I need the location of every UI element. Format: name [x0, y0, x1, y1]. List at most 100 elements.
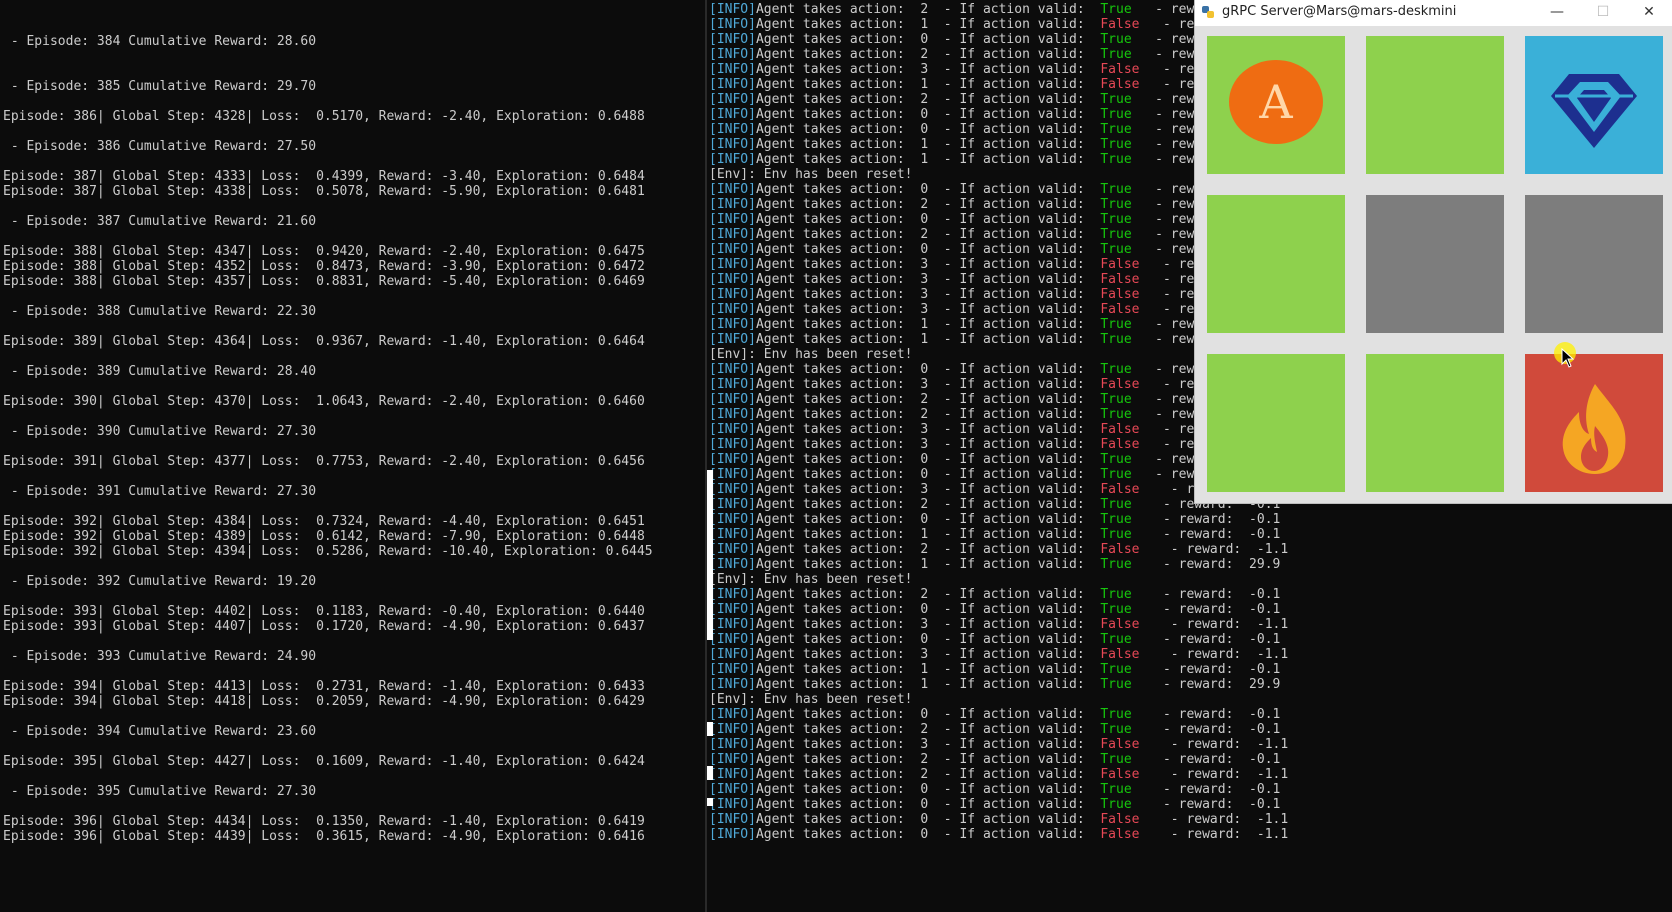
action-log-line: [INFO]Agent takes action: 1 - If action …	[709, 17, 1194, 33]
action-log-line: [INFO]Agent takes action: 0 - If action …	[709, 707, 1280, 723]
action-log-line: [INFO]Agent takes action: 1 - If action …	[709, 557, 1280, 573]
action-log-line: [INFO]Agent takes action: 2 - If action …	[709, 767, 1288, 783]
reward-text: - reward: -1.1	[1162, 767, 1289, 782]
info-tag: [INFO]	[709, 827, 756, 842]
action-log-line: [INFO]Agent takes action: 0 - If action …	[709, 797, 1280, 813]
reward-text: - rew	[1155, 92, 1195, 107]
valid-flag: True	[1100, 242, 1132, 257]
valid-flag: True	[1100, 317, 1132, 332]
info-tag: [INFO]	[709, 92, 756, 107]
reward-text: - rew	[1155, 197, 1195, 212]
valid-flag: True	[1100, 452, 1132, 467]
maximize-button[interactable]: ☐	[1580, 0, 1626, 26]
reward-text: - rew	[1155, 242, 1195, 257]
env-reset-text: [Env]: Env has been reset!	[709, 167, 913, 182]
reward-text: - reward: -0.1	[1155, 797, 1281, 812]
action-text: Agent takes action: 0 - If action valid:	[755, 212, 1101, 227]
valid-flag: True	[1100, 197, 1132, 212]
scroll-marker	[707, 798, 713, 806]
reward-text: - rew	[1155, 107, 1195, 122]
grid-cell-wall	[1366, 195, 1504, 333]
action-text: Agent takes action: 1 - If action valid:	[755, 137, 1101, 152]
action-log-line: [INFO]Agent takes action: 2 - If action …	[709, 752, 1280, 768]
valid-flag: True	[1100, 632, 1132, 647]
reward-text: - reward: 29.9	[1155, 557, 1281, 572]
action-log-line: [INFO]Agent takes action: 1 - If action …	[709, 662, 1280, 678]
scroll-marker	[707, 766, 713, 780]
action-log-line: [INFO]Agent takes action: 0 - If action …	[709, 812, 1288, 828]
reward-text: - rew	[1155, 137, 1195, 152]
valid-flag: False	[1100, 812, 1140, 827]
training-log-terminal[interactable]: - Episode: 384 Cumulative Reward: 28.60 …	[0, 0, 705, 912]
action-text: Agent takes action: 2 - If action valid:	[755, 542, 1101, 557]
action-log-line: [INFO]Agent takes action: 3 - If action …	[709, 377, 1194, 393]
action-log-line: [INFO]Agent takes action: 3 - If action …	[709, 737, 1288, 753]
info-tag: [INFO]	[709, 737, 756, 752]
action-text: Agent takes action: 3 - If action valid:	[755, 62, 1101, 77]
action-text: Agent takes action: 1 - If action valid:	[755, 17, 1101, 32]
window-titlebar[interactable]: gRPC Server@Mars@mars-deskmini — ☐ ✕	[1195, 0, 1672, 26]
python-app-icon	[1202, 6, 1214, 18]
grid-cell-empty	[1207, 195, 1345, 333]
valid-flag: False	[1100, 422, 1140, 437]
valid-flag: True	[1100, 677, 1132, 692]
grid-cell-fire	[1525, 354, 1663, 492]
action-log-line: [INFO]Agent takes action: 0 - If action …	[709, 827, 1288, 843]
action-log-line: [INFO]Agent takes action: 3 - If action …	[709, 647, 1288, 663]
log-line: Episode: 388| Global Step: 4347| Loss: 0…	[3, 244, 645, 259]
reward-text: - rew	[1155, 407, 1195, 422]
action-text: Agent takes action: 2 - If action valid:	[755, 587, 1101, 602]
action-text: Agent takes action: 2 - If action valid:	[755, 767, 1101, 782]
grid-cell-empty	[1366, 354, 1504, 492]
valid-flag: True	[1100, 707, 1132, 722]
info-tag: [INFO]	[709, 32, 756, 47]
reward-text: - rew	[1155, 2, 1195, 17]
reward-text: - re	[1162, 257, 1195, 272]
reward-text: - reward: -1.1	[1162, 827, 1289, 842]
reward-text: - re	[1162, 272, 1195, 287]
action-text: Agent takes action: 3 - If action valid:	[755, 257, 1101, 272]
valid-flag: True	[1100, 212, 1132, 227]
log-line: Episode: 394| Global Step: 4418| Loss: 0…	[3, 694, 645, 709]
action-text: Agent takes action: 0 - If action valid:	[755, 362, 1101, 377]
log-line: Episode: 390| Global Step: 4370| Loss: 1…	[3, 394, 645, 409]
valid-flag: True	[1100, 512, 1132, 527]
action-log-line: [INFO]Agent takes action: 1 - If action …	[709, 527, 1280, 543]
info-tag: [INFO]	[709, 797, 756, 812]
action-log-line: [INFO]Agent takes action: 2 - If action …	[709, 542, 1288, 558]
reward-text: - reward: -0.1	[1155, 527, 1281, 542]
grpc-server-window[interactable]: gRPC Server@Mars@mars-deskmini — ☐ ✕ A	[1195, 0, 1672, 503]
info-tag: [INFO]	[709, 257, 756, 272]
valid-flag: False	[1100, 437, 1140, 452]
minimize-button[interactable]: —	[1534, 0, 1580, 26]
log-line: - Episode: 391 Cumulative Reward: 27.30	[3, 484, 317, 499]
action-log-line: [INFO]Agent takes action: 3 - If action …	[709, 437, 1194, 453]
info-tag: [INFO]	[709, 407, 756, 422]
action-text: Agent takes action: 2 - If action valid:	[755, 92, 1101, 107]
close-button[interactable]: ✕	[1626, 0, 1672, 26]
reward-text: - reward: -0.1	[1155, 662, 1281, 677]
reward-text: - reward: -1.1	[1162, 812, 1289, 827]
info-tag: [INFO]	[709, 302, 756, 317]
action-log-line: [INFO]Agent takes action: 0 - If action …	[709, 452, 1194, 468]
reward-text: - re	[1162, 62, 1195, 77]
action-log-line: [INFO]Agent takes action: 0 - If action …	[709, 32, 1194, 48]
action-log-line: [INFO]Agent takes action: 0 - If action …	[709, 602, 1280, 618]
